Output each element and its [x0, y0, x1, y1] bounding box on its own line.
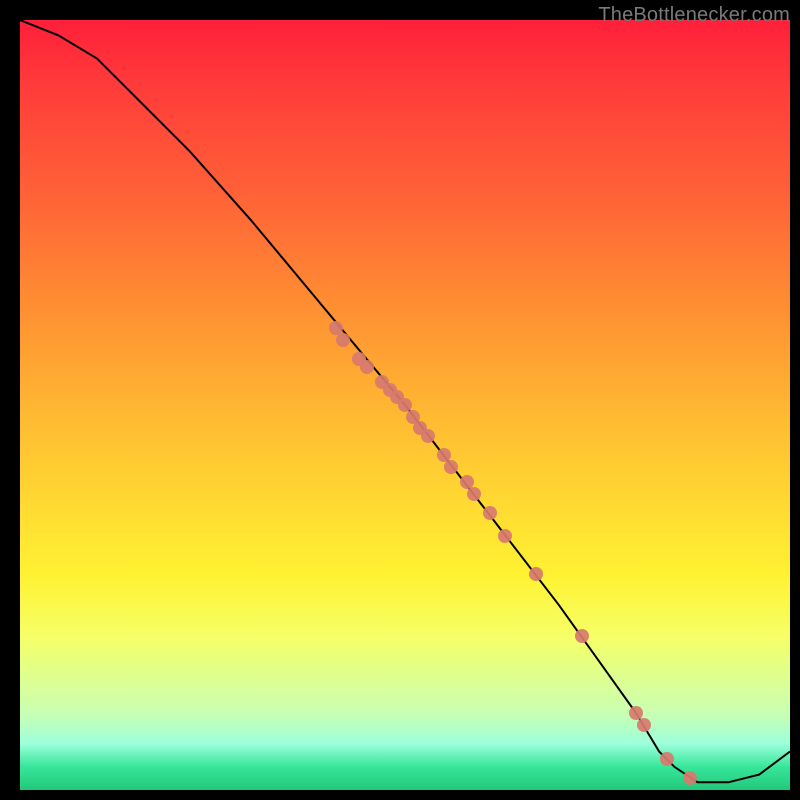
chart-data-point — [467, 487, 481, 501]
chart-data-point — [413, 421, 427, 435]
chart-curve — [20, 20, 790, 790]
watermark-text: TheBottlenecker.com — [598, 4, 790, 27]
chart-data-point — [390, 390, 404, 404]
chart-data-point — [483, 506, 497, 520]
chart-data-point — [498, 529, 512, 543]
chart-data-point — [360, 360, 374, 374]
chart-stage: TheBottlenecker.com — [0, 0, 800, 800]
chart-data-point — [575, 629, 589, 643]
chart-data-point — [660, 752, 674, 766]
chart-data-point — [383, 383, 397, 397]
chart-data-point — [444, 460, 458, 474]
chart-data-point — [629, 706, 643, 720]
chart-data-point — [637, 718, 651, 732]
chart-data-point — [683, 771, 697, 785]
chart-data-point — [398, 398, 412, 412]
chart-data-point — [529, 567, 543, 581]
chart-data-point — [336, 333, 350, 347]
chart-data-point — [375, 375, 389, 389]
chart-data-point — [437, 448, 451, 462]
chart-data-point — [460, 475, 474, 489]
chart-plot-area — [20, 20, 790, 790]
chart-data-point — [352, 352, 366, 366]
chart-data-point — [329, 321, 343, 335]
chart-data-point — [406, 410, 420, 424]
chart-data-point — [421, 429, 435, 443]
